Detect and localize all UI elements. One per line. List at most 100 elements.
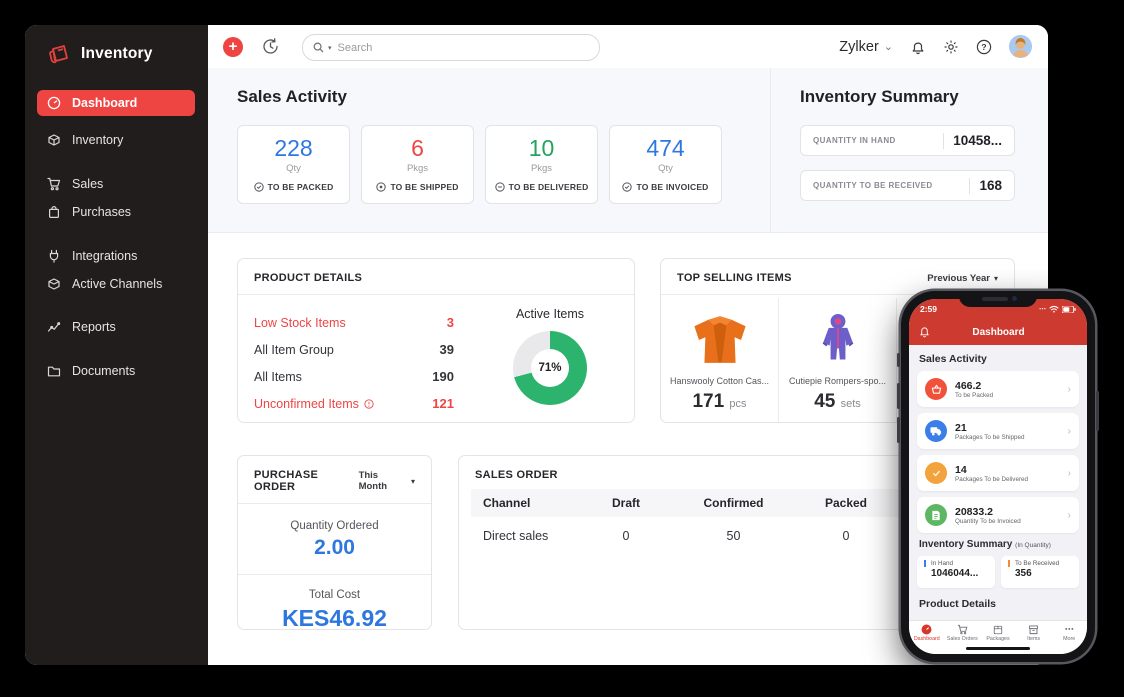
quantity-to-be-received-box[interactable]: QUANTITY TO BE RECEIVED 168	[800, 170, 1015, 201]
divider	[943, 133, 944, 149]
card-value: 228	[238, 135, 349, 162]
stage: Inventory Dashboard Inventory Sales Purc…	[0, 0, 1124, 697]
to-be-invoiced-card[interactable]: 474 Qty TO BE INVOICED	[609, 125, 722, 204]
sidebar: Inventory Dashboard Inventory Sales Purc…	[25, 25, 208, 665]
chevron-right-icon: ›	[1068, 426, 1071, 437]
check-circle-icon	[622, 182, 632, 192]
box-value: 356	[1008, 568, 1072, 579]
total-cost-label: Total Cost	[238, 589, 431, 601]
phone-tab-more[interactable]: ⋯ More	[1051, 624, 1087, 642]
unconfirmed-items-row[interactable]: Unconfirmed Items 121	[254, 390, 454, 417]
phone-to-be-invoiced-card[interactable]: 20833.2 Quantity To be Invoiced ›	[917, 497, 1079, 533]
inv-value: 10458...	[953, 133, 1002, 148]
check-badge-icon	[925, 462, 947, 484]
phone-home-indicator[interactable]	[966, 647, 1030, 650]
bag-icon	[47, 205, 61, 219]
sidebar-item-label: Documents	[72, 364, 135, 378]
summary-title-text: Inventory Summary	[919, 539, 1012, 550]
active-items-label: Active Items	[488, 307, 612, 321]
row-value: 121	[432, 396, 454, 411]
settings-gear-icon[interactable]	[943, 39, 959, 55]
box-icon	[47, 133, 61, 147]
all-item-group-row[interactable]: All Item Group 39	[254, 336, 454, 363]
row-label: All Items	[254, 370, 302, 384]
card-value: 474	[610, 135, 721, 162]
to-be-packed-card[interactable]: 228 Qty TO BE PACKED	[237, 125, 350, 204]
all-items-row[interactable]: All Items 190	[254, 363, 454, 390]
phone-tab-items[interactable]: Items	[1016, 624, 1052, 642]
org-switcher[interactable]: Zylker ⌄	[839, 39, 893, 55]
sidebar-item-inventory[interactable]: Inventory	[37, 127, 195, 153]
sidebar-item-dashboard[interactable]: Dashboard	[37, 90, 195, 116]
inv-label: QUANTITY TO BE RECEIVED	[813, 181, 969, 190]
sidebar-item-label: Sales	[72, 177, 103, 191]
sidebar-item-sales[interactable]: Sales	[37, 171, 195, 197]
purchase-order-card: PURCHASE ORDER This Month ▾ Quantity Ord…	[237, 455, 432, 630]
dashboard-icon	[47, 96, 61, 110]
sidebar-item-integrations[interactable]: Integrations	[37, 243, 195, 269]
sidebar-item-active-channels[interactable]: Active Channels	[37, 271, 195, 297]
help-icon[interactable]: ?	[976, 39, 992, 55]
top-selling-item[interactable]: Cutiepie Rompers-spo... 45 sets	[779, 298, 897, 422]
romper-product-image	[812, 304, 864, 376]
inv-value: 168	[979, 178, 1002, 193]
signal-dots-icon: ⋯	[1039, 305, 1046, 313]
cardigan-product-image	[688, 304, 752, 376]
row-label: Unconfirmed Items	[254, 397, 359, 411]
search-input[interactable]	[336, 41, 540, 55]
item-qty: 171	[692, 391, 724, 412]
card-label: Packages To be Delivered	[955, 476, 1068, 483]
phone-to-be-received-box[interactable]: To Be Received 356	[1001, 556, 1079, 588]
sidebar-item-label: Dashboard	[72, 96, 137, 110]
top-selling-item[interactable]: Hanswooly Cotton Cas... 171 pcs	[661, 298, 779, 422]
row-value: 39	[440, 342, 454, 357]
phone-to-be-delivered-card[interactable]: 14 Packages To be Delivered ›	[917, 455, 1079, 491]
tab-label: More	[1051, 636, 1087, 642]
col-header: Channel	[471, 496, 581, 510]
filter-label: This Month	[359, 470, 407, 492]
item-name: Hanswooly Cotton Cas...	[670, 376, 769, 386]
phone-tab-dashboard[interactable]: Dashboard	[909, 624, 945, 642]
sales-activity-title: Sales Activity	[237, 87, 347, 107]
to-be-shipped-card[interactable]: 6 Pkgs TO BE SHIPPED	[361, 125, 474, 204]
donut-percent: 71%	[513, 331, 587, 405]
sidebar-item-purchases[interactable]: Purchases	[37, 199, 195, 225]
search-box[interactable]: ▾	[302, 34, 600, 61]
card-value: 10	[486, 135, 597, 162]
to-be-delivered-card[interactable]: 10 Pkgs TO BE DELIVERED	[485, 125, 598, 204]
quantity-in-hand-box[interactable]: QUANTITY IN HAND 10458...	[800, 125, 1015, 156]
phone-to-be-shipped-card[interactable]: 21 Packages To be Shipped ›	[917, 413, 1079, 449]
plug-icon	[47, 249, 61, 263]
phone-bell-icon[interactable]	[919, 326, 930, 338]
item-unit: sets	[841, 398, 861, 410]
phone-nav-bar: Dashboard	[909, 319, 1087, 345]
quick-add-button[interactable]: +	[223, 37, 243, 57]
cell-draft: 0	[581, 529, 671, 543]
cell-packed: 0	[796, 529, 896, 543]
phone-to-be-packed-card[interactable]: 466.2 To be Packed ›	[917, 371, 1079, 407]
card-label: Quantity To be Invoiced	[955, 518, 1068, 525]
purchase-order-filter-dropdown[interactable]: This Month ▾	[359, 470, 415, 492]
low-stock-items-row[interactable]: Low Stock Items 3	[254, 309, 454, 336]
tab-label: Sales Orders	[945, 636, 981, 642]
phone-in-hand-box[interactable]: In Hand 1046044...	[917, 556, 995, 588]
notifications-bell-icon[interactable]	[910, 39, 926, 55]
sidebar-item-reports[interactable]: Reports	[37, 314, 195, 340]
wifi-icon	[1049, 305, 1059, 313]
more-dots-icon: ⋯	[1051, 624, 1087, 635]
minus-circle-icon	[495, 182, 505, 192]
search-scope-caret-icon[interactable]: ▾	[328, 44, 332, 52]
phone-tab-sales-orders[interactable]: Sales Orders	[945, 624, 981, 642]
inv-label: QUANTITY IN HAND	[813, 136, 943, 145]
active-items-donut: 71%	[513, 331, 587, 405]
invoice-icon	[925, 504, 947, 526]
user-avatar[interactable]	[1009, 35, 1032, 58]
sidebar-item-documents[interactable]: Documents	[37, 358, 195, 384]
top-selling-filter-dropdown[interactable]: Previous Year ▾	[927, 273, 998, 284]
phone-tab-packages[interactable]: Packages	[980, 624, 1016, 642]
history-icon[interactable]	[261, 37, 280, 56]
chevron-right-icon: ›	[1068, 384, 1071, 395]
chevron-right-icon: ›	[1068, 468, 1071, 479]
org-name: Zylker	[839, 39, 878, 55]
caret-down-icon: ▾	[411, 477, 415, 486]
